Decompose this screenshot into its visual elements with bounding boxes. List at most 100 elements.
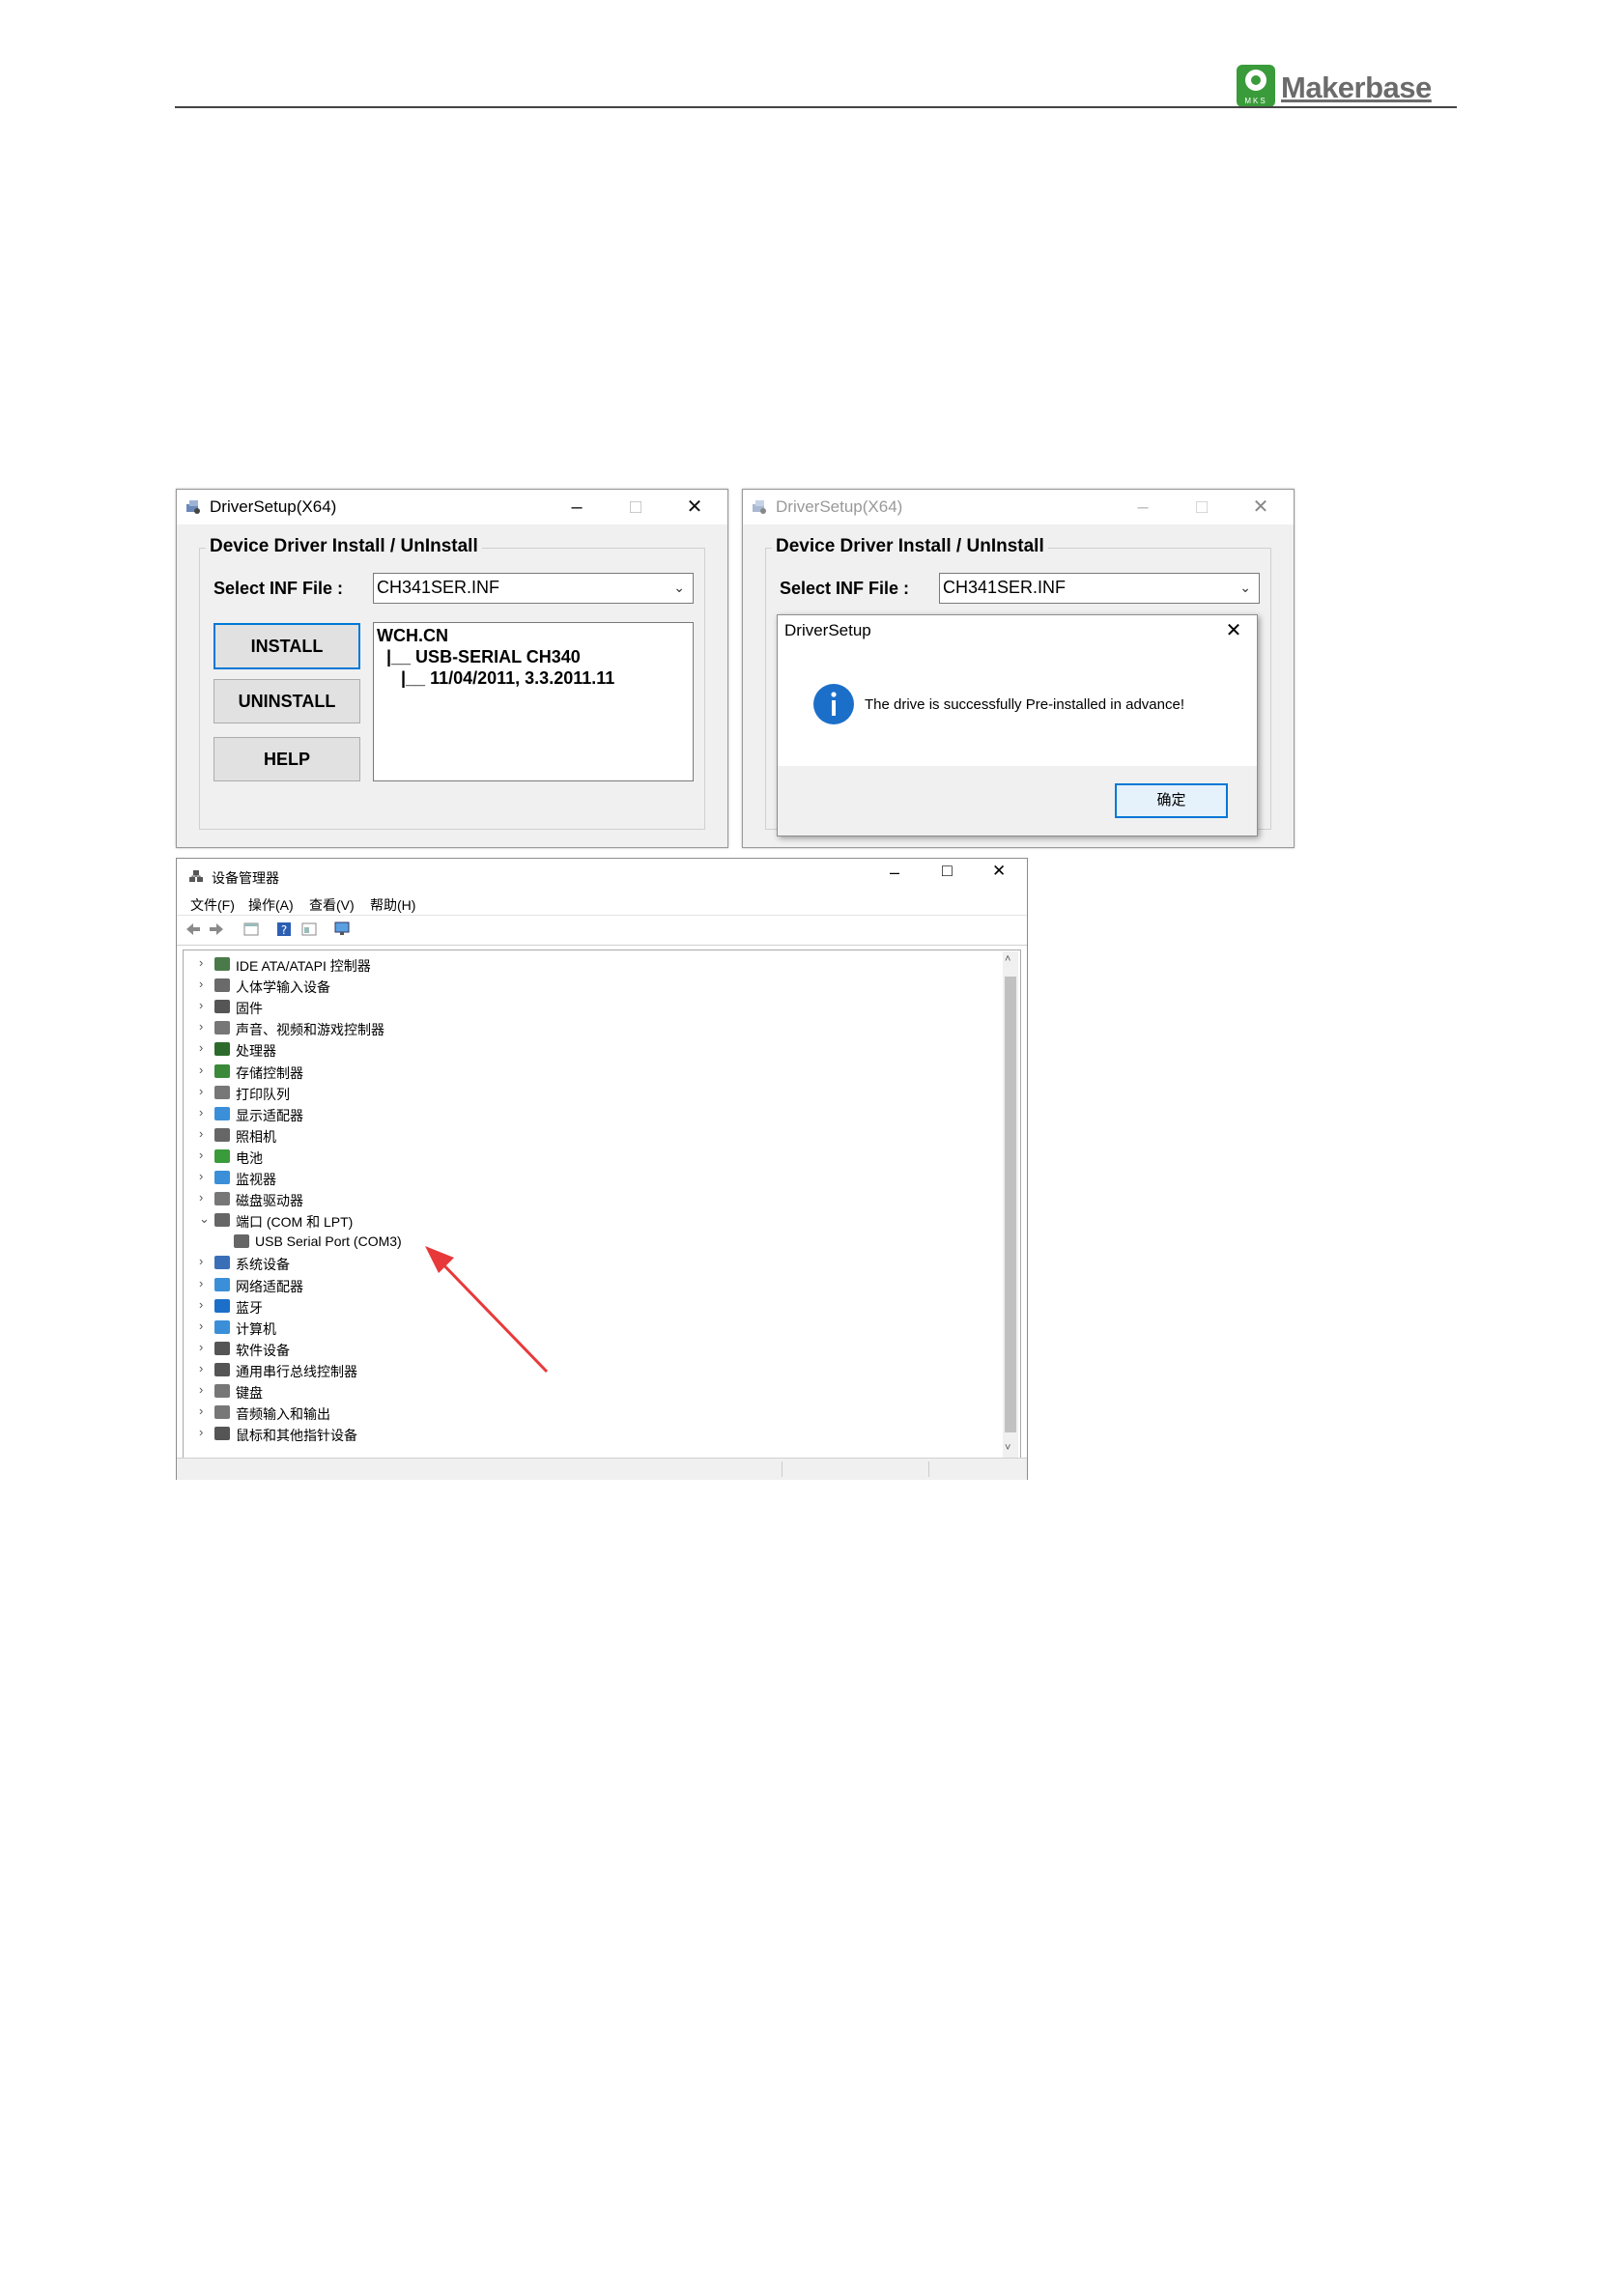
menu-file[interactable]: 文件(F) xyxy=(190,895,235,915)
menu-view[interactable]: 查看(V) xyxy=(309,895,355,915)
ok-button[interactable]: 确定 xyxy=(1115,783,1228,818)
close-icon[interactable]: ✕ xyxy=(1239,494,1282,521)
message-box: DriverSetup ✕ The drive is successfully … xyxy=(777,614,1258,836)
forward-arrow-icon[interactable] xyxy=(208,921,225,938)
svg-text:?: ? xyxy=(281,923,287,937)
scroll-down-icon[interactable]: ˅ xyxy=(1005,1442,1010,1454)
header-divider xyxy=(175,106,1457,108)
tree-item-label: 声音、视频和游戏控制器 xyxy=(236,1022,384,1038)
minimize-icon[interactable]: – xyxy=(890,863,899,883)
chevron-right-icon[interactable]: › xyxy=(199,1297,211,1312)
scroll-up-icon[interactable]: ˄ xyxy=(1005,953,1010,965)
chevron-right-icon[interactable]: › xyxy=(199,977,211,991)
tree-item-label: 打印队列 xyxy=(236,1086,290,1102)
logo-mark-icon: MKS xyxy=(1237,65,1275,107)
usb-icon xyxy=(214,1362,230,1376)
driver-setup-icon xyxy=(753,500,766,514)
device-manager-icon xyxy=(189,870,203,882)
maximize-icon[interactable]: □ xyxy=(942,861,953,881)
chevron-right-icon[interactable]: › xyxy=(199,1019,211,1034)
tree-item-label: 系统设备 xyxy=(236,1257,290,1273)
chevron-right-icon[interactable]: › xyxy=(199,1126,211,1141)
tree-item-label: 键盘 xyxy=(236,1385,263,1401)
help-icon[interactable]: ? xyxy=(275,921,293,938)
menu-help[interactable]: 帮助(H) xyxy=(370,895,415,915)
tree-pane: › IDE ATA/ATAPI 控制器 › 人体学输入设备 › 固件 › 声音、视频和游戏控制… xyxy=(183,950,1021,1463)
tree-item-label: 蓝牙 xyxy=(236,1299,263,1316)
chevron-right-icon[interactable]: › xyxy=(199,998,211,1012)
back-arrow-icon[interactable] xyxy=(185,921,202,938)
group-title: Device Driver Install / UnInstall xyxy=(772,536,1048,557)
maximize-icon[interactable]: □ xyxy=(614,494,657,521)
dialog-titlebar: DriverSetup(X64) – □ ✕ xyxy=(743,490,1294,524)
inf-file-select[interactable]: CH341SER.INF ⌄ xyxy=(939,573,1260,604)
tree-item-label: 鼠标和其他指针设备 xyxy=(236,1428,357,1444)
tree-item-label: 软件设备 xyxy=(236,1342,290,1358)
display-icon xyxy=(214,1106,230,1120)
maximize-icon[interactable]: □ xyxy=(1181,494,1223,521)
tree-item-label: 固件 xyxy=(236,1001,263,1017)
driver-info-box: WCH.CN |__ USB-SERIAL CH340 |__ 11/04/20… xyxy=(373,622,694,781)
chevron-right-icon[interactable]: › xyxy=(199,1425,211,1439)
chevron-right-icon[interactable]: › xyxy=(199,1148,211,1162)
ide-icon xyxy=(214,957,230,971)
scrollbar-thumb[interactable] xyxy=(1005,977,1016,1432)
chevron-right-icon[interactable]: › xyxy=(199,1063,211,1077)
firmware-icon xyxy=(214,1000,230,1014)
close-icon[interactable]: ✕ xyxy=(673,494,716,521)
chevron-right-icon[interactable]: › xyxy=(199,1382,211,1397)
message-box-title: DriverSetup xyxy=(784,621,871,639)
inf-file-value: CH341SER.INF xyxy=(377,578,500,597)
chevron-down-icon[interactable]: ⌄ xyxy=(199,1211,211,1227)
help-button[interactable]: HELP xyxy=(213,737,360,781)
vertical-scrollbar[interactable]: ˄ ˅ xyxy=(1003,951,1018,1460)
close-icon[interactable]: ✕ xyxy=(992,862,1006,881)
status-bar xyxy=(177,1458,1027,1480)
tree-item-label: 处理器 xyxy=(236,1043,276,1060)
select-inf-label: Select INF File : xyxy=(780,579,910,598)
chevron-right-icon[interactable]: › xyxy=(199,1105,211,1120)
monitor-icon xyxy=(214,1171,230,1184)
dialog-titlebar: DriverSetup(X64) – □ ✕ xyxy=(177,490,727,524)
info-line: |__ 11/04/2011, 3.3.2011.11 xyxy=(377,668,615,688)
chevron-right-icon[interactable]: › xyxy=(199,1361,211,1375)
menu-action[interactable]: 操作(A) xyxy=(248,895,294,915)
tree-item-label: 计算机 xyxy=(236,1320,276,1337)
tree-item-label: 音频输入和输出 xyxy=(236,1406,330,1423)
chevron-right-icon[interactable]: › xyxy=(199,1169,211,1183)
window-title: 设备管理器 xyxy=(212,870,279,886)
chevron-down-icon: ⌄ xyxy=(673,580,685,595)
chevron-right-icon[interactable]: › xyxy=(199,1040,211,1055)
chevron-right-icon[interactable]: › xyxy=(199,1276,211,1290)
chevron-right-icon[interactable]: › xyxy=(199,1340,211,1354)
keyboard-icon xyxy=(214,1384,230,1398)
port-icon xyxy=(214,1213,230,1228)
chevron-right-icon[interactable]: › xyxy=(199,1254,211,1268)
tree-item-label: 通用串行总线控制器 xyxy=(236,1363,357,1379)
chevron-right-icon[interactable]: › xyxy=(199,1084,211,1098)
tree-item-label: 显示适配器 xyxy=(236,1107,303,1123)
view-icon[interactable] xyxy=(300,921,318,938)
close-icon[interactable]: ✕ xyxy=(1216,617,1251,644)
install-button[interactable]: INSTALL xyxy=(213,623,360,669)
info-icon xyxy=(813,684,854,724)
camera-icon xyxy=(214,1127,230,1142)
tree-item-label: 磁盘驱动器 xyxy=(236,1193,303,1209)
computer-icon xyxy=(214,1319,230,1334)
network-icon xyxy=(214,1277,230,1291)
properties-icon[interactable] xyxy=(242,921,260,938)
uninstall-button[interactable]: UNINSTALL xyxy=(213,679,360,723)
port-icon xyxy=(234,1234,249,1249)
chevron-right-icon[interactable]: › xyxy=(199,1403,211,1418)
printer-icon xyxy=(214,1085,230,1099)
scan-hardware-icon[interactable] xyxy=(333,921,351,938)
tree-item-label: 存储控制器 xyxy=(236,1064,303,1081)
minimize-icon[interactable]: – xyxy=(555,494,598,521)
chevron-right-icon[interactable]: › xyxy=(199,1190,211,1205)
inf-file-select[interactable]: CH341SER.INF ⌄ xyxy=(373,573,694,604)
chevron-right-icon[interactable]: › xyxy=(199,955,211,970)
battery-icon xyxy=(214,1148,230,1163)
chevron-right-icon[interactable]: › xyxy=(199,1318,211,1333)
minimize-icon[interactable]: – xyxy=(1122,494,1164,521)
mouse-icon xyxy=(214,1427,230,1441)
